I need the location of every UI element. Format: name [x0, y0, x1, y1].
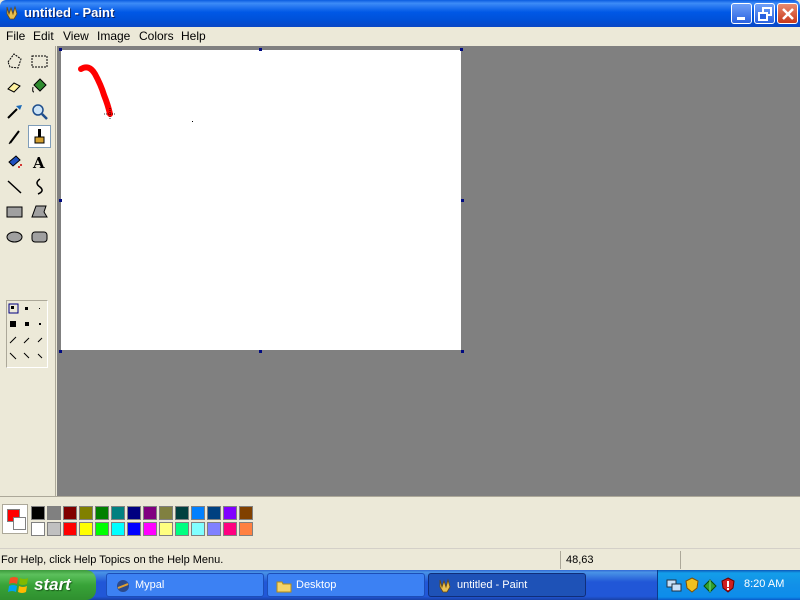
resize-handle-top-right: [460, 48, 463, 51]
start-label: start: [34, 575, 71, 594]
palette-swatch[interactable]: [239, 522, 253, 536]
paint-app-icon[interactable]: [4, 5, 20, 21]
task-untitled-paint[interactable]: untitled - Paint: [428, 573, 586, 597]
paint-icon: [439, 578, 451, 593]
curve-tool[interactable]: [28, 175, 51, 198]
eraser-tool[interactable]: [3, 75, 26, 98]
palette-swatch[interactable]: [31, 506, 45, 520]
resize-handle-bottom-left: [59, 350, 62, 353]
palette-swatch[interactable]: [159, 506, 173, 520]
resize-handle-bottom[interactable]: [259, 350, 262, 353]
palette-swatch[interactable]: [239, 506, 253, 520]
canvas-drawing: [78, 64, 193, 122]
palette-swatch[interactable]: [143, 522, 157, 536]
menu-bar: File Edit View Image Colors Help: [0, 27, 800, 45]
resize-handle-top: [259, 48, 262, 51]
palette-swatch[interactable]: [127, 506, 141, 520]
text-tool[interactable]: A: [28, 150, 51, 173]
menu-view[interactable]: View: [61, 28, 91, 44]
status-divider: [680, 551, 681, 569]
polygon-tool[interactable]: [28, 200, 51, 223]
palette-swatch[interactable]: [111, 506, 125, 520]
palette-swatch[interactable]: [63, 506, 77, 520]
cursor-coordinates: 48,63: [566, 554, 594, 566]
palette-swatch[interactable]: [207, 506, 221, 520]
windows-logo-icon: [8, 577, 28, 593]
menu-file[interactable]: File: [4, 28, 27, 44]
minimize-button[interactable]: [731, 3, 752, 24]
color-box: [0, 496, 800, 544]
task-label: Mypal: [135, 579, 165, 591]
palette-swatch[interactable]: [79, 506, 93, 520]
palette-swatch[interactable]: [143, 506, 157, 520]
brush-options-box[interactable]: [6, 300, 48, 368]
system-tray: 8:20 AM: [657, 570, 800, 600]
select-tool[interactable]: [28, 50, 51, 73]
rounded-rectangle-tool[interactable]: [28, 225, 51, 248]
canvas-workspace[interactable]: [57, 46, 800, 496]
airbrush-tool[interactable]: [3, 150, 26, 173]
palette-swatch[interactable]: [47, 506, 61, 520]
mypal-icon: [117, 580, 129, 592]
palette-swatch[interactable]: [111, 522, 125, 536]
rectangle-tool[interactable]: [3, 200, 26, 223]
toolbox: A: [0, 46, 56, 496]
task-label: untitled - Paint: [457, 579, 528, 591]
start-button[interactable]: start: [0, 570, 96, 600]
taskbar: start Mypal Desktop untitled - Paint 8:2…: [0, 570, 800, 600]
update-icon[interactable]: [702, 577, 718, 593]
task-label: Desktop: [296, 579, 337, 591]
title-bar[interactable]: untitled - Paint: [0, 0, 800, 27]
security-shield-icon[interactable]: [684, 577, 700, 593]
task-desktop[interactable]: Desktop: [267, 573, 425, 597]
current-colors[interactable]: [2, 504, 28, 534]
pencil-tool[interactable]: [3, 125, 26, 148]
status-bar: For Help, click Help Topics on the Help …: [0, 548, 800, 570]
resize-handle-top-left: [59, 48, 62, 51]
resize-handle-bottom-right[interactable]: [461, 350, 464, 353]
palette-swatch[interactable]: [175, 506, 189, 520]
status-divider: [560, 551, 561, 569]
clock[interactable]: 8:20 AM: [744, 578, 784, 590]
drawing-canvas[interactable]: [61, 50, 461, 350]
resize-handle-left: [59, 199, 62, 202]
status-help-text: For Help, click Help Topics on the Help …: [1, 554, 224, 566]
pick-color-tool[interactable]: [3, 100, 26, 123]
network-icon[interactable]: [666, 577, 682, 593]
folder-icon: [276, 581, 292, 593]
palette-swatch[interactable]: [191, 506, 205, 520]
palette-swatch[interactable]: [79, 522, 93, 536]
menu-help[interactable]: Help: [179, 28, 208, 44]
paint-window: untitled - Paint File Edit View Image Co…: [0, 0, 800, 570]
line-tool[interactable]: [3, 175, 26, 198]
palette-swatch[interactable]: [191, 522, 205, 536]
magnifier-tool[interactable]: [28, 100, 51, 123]
palette-swatch[interactable]: [127, 522, 141, 536]
palette-swatch[interactable]: [207, 522, 221, 536]
close-button[interactable]: [777, 3, 798, 24]
free-form-select-tool[interactable]: [3, 50, 26, 73]
palette-swatch[interactable]: [223, 522, 237, 536]
fill-with-color-tool[interactable]: [28, 75, 51, 98]
palette-swatch[interactable]: [63, 522, 77, 536]
menu-colors[interactable]: Colors: [137, 28, 176, 44]
menu-edit[interactable]: Edit: [31, 28, 56, 44]
palette-swatch[interactable]: [95, 522, 109, 536]
palette-swatch[interactable]: [223, 506, 237, 520]
brush-tool[interactable]: [28, 125, 51, 148]
resize-handle-right[interactable]: [461, 199, 464, 202]
menu-image[interactable]: Image: [95, 28, 132, 44]
ellipse-tool[interactable]: [3, 225, 26, 248]
alert-shield-icon[interactable]: [720, 577, 736, 593]
restore-button[interactable]: [754, 3, 775, 24]
svg-text:A: A: [32, 154, 45, 172]
palette-swatch[interactable]: [47, 522, 61, 536]
palette-swatch[interactable]: [31, 522, 45, 536]
palette-swatch[interactable]: [95, 506, 109, 520]
palette-swatch[interactable]: [159, 522, 173, 536]
window-title: untitled - Paint: [24, 5, 115, 20]
task-mypal[interactable]: Mypal: [106, 573, 264, 597]
palette-swatch[interactable]: [175, 522, 189, 536]
background-color: [13, 517, 26, 530]
